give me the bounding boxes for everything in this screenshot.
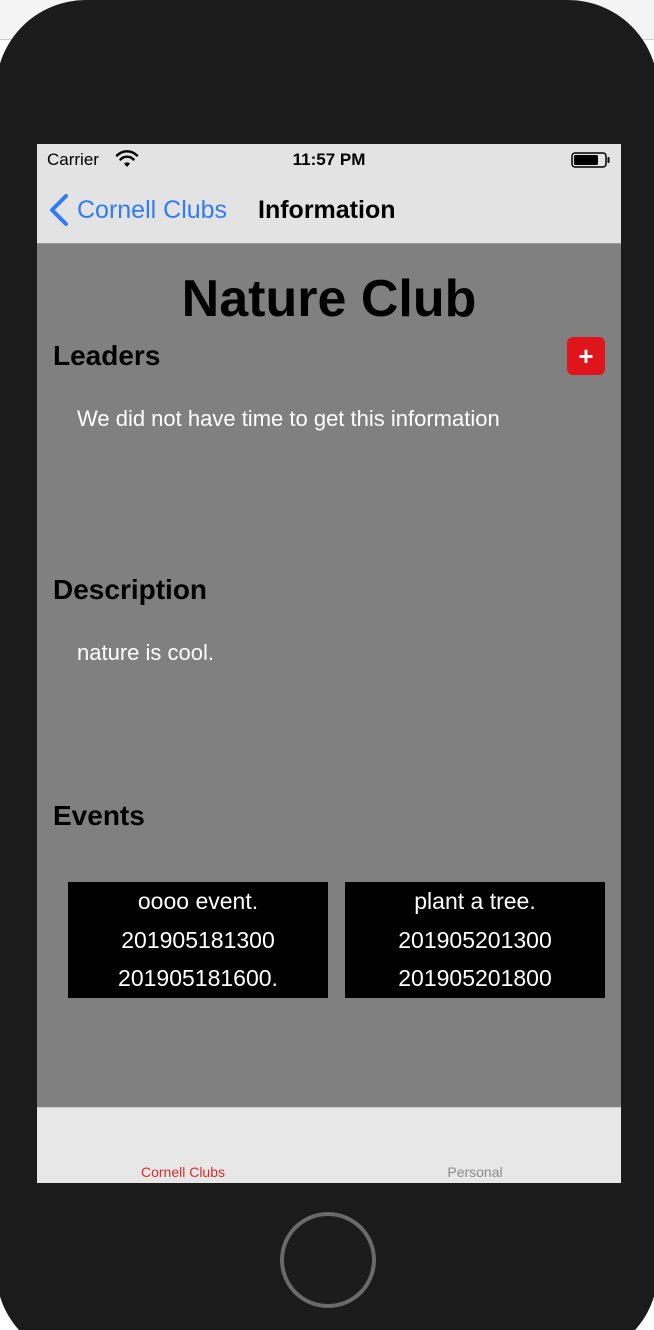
description-heading: Description — [53, 574, 208, 605]
tab-cornell-clubs[interactable]: Cornell Clubs — [83, 1164, 283, 1180]
tab-bar: Cornell Clubs Personal — [37, 1107, 621, 1183]
event-card[interactable]: oooo event. 201905181300 201905181600. — [68, 882, 328, 998]
battery-icon — [571, 152, 610, 168]
tab-personal[interactable]: Personal — [375, 1164, 575, 1180]
status-bar: Carrier 11:57 PM — [37, 144, 621, 176]
status-time: 11:57 PM — [292, 150, 366, 169]
event-title: oooo event. — [137, 888, 259, 914]
club-title: Nature Club — [181, 270, 477, 328]
event-start: 201905201300 — [398, 926, 552, 953]
event-end: 201905201800 — [398, 965, 552, 991]
add-leader-button[interactable]: + — [567, 337, 605, 375]
events-heading: Events — [53, 800, 145, 831]
event-start: 201905181300 — [121, 926, 275, 953]
back-label: Cornell Clubs — [77, 195, 228, 224]
plus-icon: + — [578, 341, 594, 371]
home-button[interactable] — [280, 1212, 376, 1308]
app-screen: Carrier 11:57 PM Cornell Clubs Informati… — [37, 144, 621, 1183]
event-card[interactable]: plant a tree. 201905201300 201905201800 — [345, 882, 605, 998]
event-title: plant a tree. — [414, 888, 536, 914]
nav-title: Information — [258, 196, 396, 224]
description-text: nature is cool. — [77, 640, 214, 665]
leaders-text: We did not have time to get this informa… — [77, 406, 500, 431]
leaders-heading: Leaders — [53, 340, 161, 371]
event-end: 201905181600. — [118, 965, 278, 991]
back-chevron-icon — [50, 194, 68, 226]
navigation-bar: Cornell Clubs Information — [37, 176, 621, 244]
back-button[interactable]: Cornell Clubs — [47, 190, 227, 230]
